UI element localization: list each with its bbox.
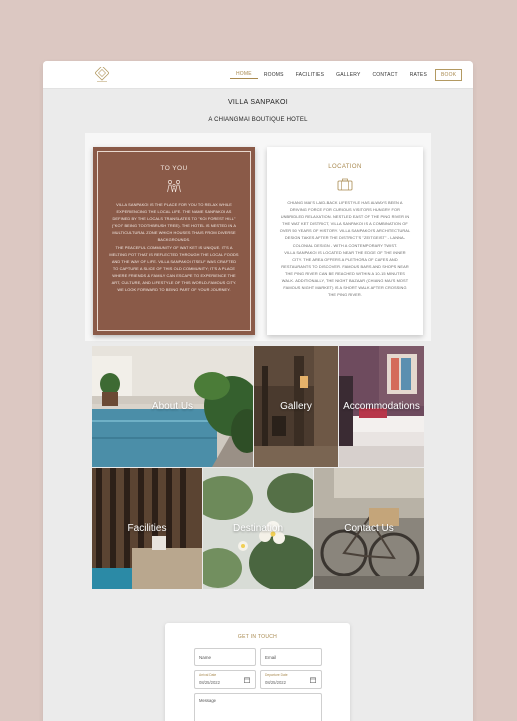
- to-you-heading: TO YOU: [160, 165, 188, 172]
- nav-rates[interactable]: RATES: [404, 72, 433, 78]
- to-you-paragraph-2: THE PEACEFUL COMMUNITY OF WAT KET IS UNI…: [109, 244, 239, 293]
- contact-form: GET IN TOUCH Name Email Arrival Date 08/…: [165, 623, 350, 721]
- tile-destination[interactable]: Destination: [203, 468, 313, 589]
- top-nav: HOME ROOMS FACILITIES GALLERY CONTACT RA…: [43, 61, 473, 89]
- tile-about-us-label: About Us: [151, 401, 194, 412]
- departure-date-field[interactable]: Departure Date 08/25/2022: [260, 670, 322, 689]
- to-you-card: TO YOU VILLA SANPAKOI IS THE PLACE FOR Y…: [93, 147, 255, 335]
- message-field[interactable]: Message: [194, 693, 322, 721]
- to-you-text: VILLA SANPAKOI IS THE PLACE FOR YOU TO R…: [109, 201, 239, 293]
- browser-frame: HOME ROOMS FACILITIES GALLERY CONTACT RA…: [43, 61, 473, 721]
- departure-date-value: 08/25/2022: [265, 680, 286, 685]
- to-you-paragraph-1: VILLA SANPAKOI IS THE PLACE FOR YOU TO R…: [111, 202, 237, 243]
- tile-facilities-label: Facilities: [127, 523, 167, 534]
- calendar-icon[interactable]: [310, 677, 316, 683]
- tile-contact-us-label: Contact Us: [344, 523, 394, 534]
- tile-gallery-label: Gallery: [280, 401, 312, 412]
- email-field[interactable]: Email: [260, 648, 322, 666]
- page-subtitle: A CHIANGMAI BOUTIQUE HOTEL: [208, 117, 308, 123]
- tile-facilities[interactable]: Facilities: [92, 468, 202, 589]
- location-heading: LOCATION: [328, 164, 362, 170]
- location-card: LOCATION CHIANG MAI'S LAID-BACK LIFESTYL…: [267, 147, 423, 335]
- location-paragraph-1: CHIANG MAI'S LAID-BACK LIFESTYLE HAS ALW…: [279, 200, 411, 248]
- tile-contact-us[interactable]: Contact Us: [314, 468, 424, 589]
- message-placeholder: Message: [199, 698, 216, 703]
- get-in-touch-heading: GET IN TOUCH: [237, 634, 278, 640]
- email-placeholder: Email: [265, 655, 277, 660]
- tile-gallery[interactable]: Gallery: [254, 346, 338, 467]
- villa-logo-icon[interactable]: [95, 67, 109, 83]
- tile-about-us[interactable]: About Us: [92, 346, 253, 467]
- family-icon: [167, 180, 181, 193]
- tile-accommodations[interactable]: Accommodations: [339, 346, 424, 467]
- suitcase-icon: [337, 178, 353, 191]
- name-placeholder: Name: [199, 655, 212, 660]
- nav-facilities[interactable]: FACILITIES: [290, 72, 330, 78]
- calendar-icon[interactable]: [244, 677, 250, 683]
- feature-tiles: About Us Gallery Accommodations Faciliti…: [92, 346, 424, 589]
- nav-rooms[interactable]: ROOMS: [258, 72, 290, 78]
- tile-destination-label: Destination: [232, 523, 284, 534]
- page-title: VILLA SANPAKOI: [227, 99, 289, 106]
- nav-home[interactable]: HOME: [230, 71, 258, 79]
- nav-contact[interactable]: CONTACT: [367, 72, 404, 78]
- arrival-date-label: Arrival Date: [199, 673, 217, 677]
- tile-accommodations-label: Accommodations: [343, 401, 420, 412]
- location-text: CHIANG MAI'S LAID-BACK LIFESTYLE HAS ALW…: [279, 199, 411, 298]
- nav-gallery[interactable]: GALLERY: [330, 72, 366, 78]
- main-menu: HOME ROOMS FACILITIES GALLERY CONTACT RA…: [230, 61, 463, 89]
- book-button[interactable]: BOOK: [435, 69, 463, 81]
- departure-date-label: Departure Date: [265, 673, 288, 677]
- location-paragraph-2: VILLA SANPAKOI IS LOCATED NEAR THE EDGE …: [281, 249, 409, 298]
- arrival-date-value: 08/25/2022: [199, 680, 220, 685]
- arrival-date-field[interactable]: Arrival Date 08/25/2022: [194, 670, 256, 689]
- name-field[interactable]: Name: [194, 648, 256, 666]
